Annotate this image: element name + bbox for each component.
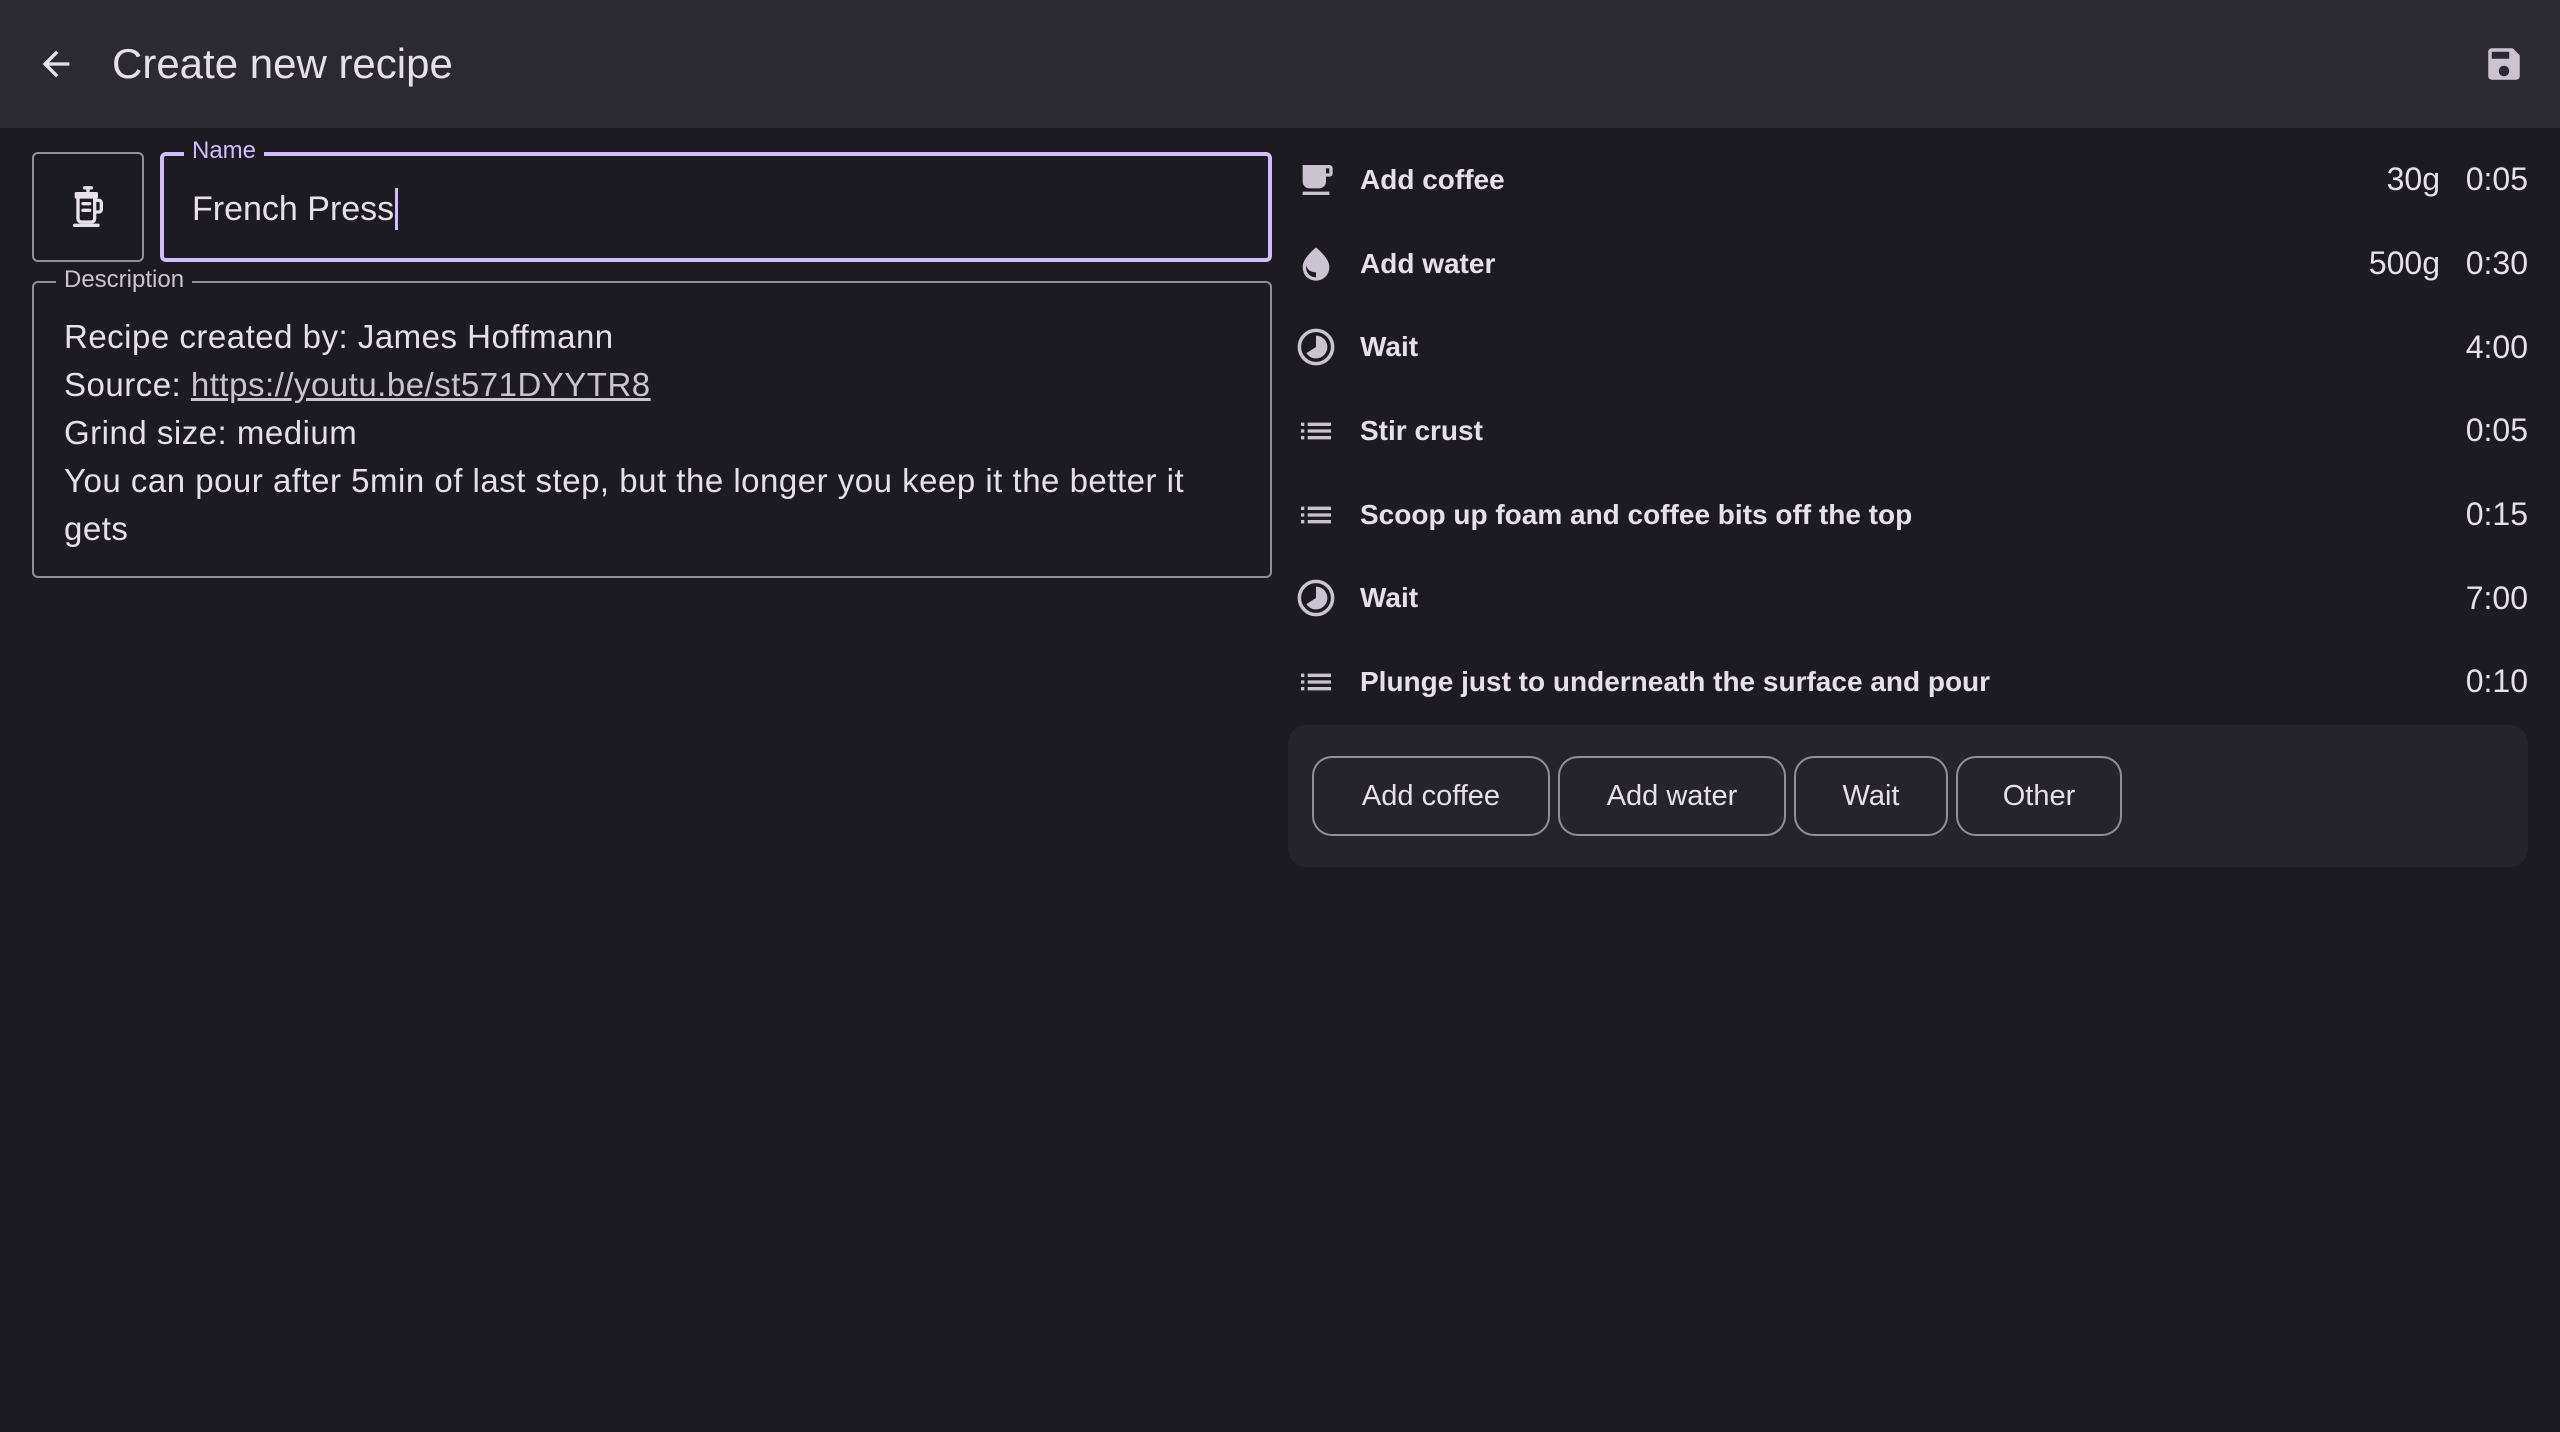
description-line-source: Source: https://youtu.be/st571DYYTR8 [64,361,1244,409]
step-label: Stir crust [1360,414,1483,446]
add-wait-button[interactable]: Wait [1794,756,1948,836]
add-other-button[interactable]: Other [1956,756,2122,836]
step-label: Plunge just to underneath the surface an… [1360,665,1991,697]
name-field[interactable]: Name French Press [160,136,1272,262]
step-amount: 30g [2386,161,2440,198]
step-row[interactable]: Stir crust 0:05 [1288,389,2528,473]
list-icon [1301,422,1331,440]
name-input[interactable]: French Press [192,188,399,230]
description-line-creator: Recipe created by: James Hoffmann [64,318,614,355]
save-button[interactable] [2468,28,2540,100]
description-field-label: Description [56,265,193,295]
water-drop-icon [1302,246,1330,281]
step-row[interactable]: Plunge just to underneath the surface an… [1288,640,2528,724]
step-time: 7:00 [2465,579,2528,616]
step-label: Add water [1360,247,1496,279]
back-button[interactable] [20,28,92,100]
step-time: 0:05 [2465,412,2528,449]
step-label: Wait [1360,582,1419,614]
add-water-button[interactable]: Add water [1558,756,1786,836]
text-caret [395,188,399,230]
description-line-note: You can pour after 5min of last step, bu… [64,462,1185,547]
step-time: 4:00 [2465,328,2528,365]
step-row[interactable]: Wait 4:00 [1288,305,2528,389]
recipe-steps-list: Add coffee 30g 0:05 Add water 500g 0:30 … [1288,138,2528,724]
step-row[interactable]: Add coffee 30g 0:05 [1288,138,2528,222]
step-row[interactable]: Scoop up foam and coffee bits off the to… [1288,473,2528,557]
source-link[interactable]: https://youtu.be/st571DYYTR8 [191,366,651,403]
arrow-back-icon [42,50,70,78]
timer-icon [1297,579,1335,617]
step-row[interactable]: Wait 7:00 [1288,556,2528,640]
step-time: 0:30 [2465,245,2528,282]
description-field[interactable]: Description Recipe created by: James Hof… [32,265,1272,578]
add-coffee-button[interactable]: Add coffee [1312,756,1550,836]
step-label: Scoop up foam and coffee bits off the to… [1360,498,1913,530]
description-input[interactable]: Recipe created by: James Hoffmann Source… [64,313,1244,553]
step-label: Add coffee [1360,163,1505,195]
step-amount: 500g [2368,245,2440,282]
source-prefix: Source: [64,366,191,403]
french-press-icon [73,186,104,227]
list-icon [1301,673,1331,691]
timer-icon [1297,328,1335,366]
list-icon [1301,506,1331,523]
coffee-cup-icon [1302,164,1333,195]
floppy-disk-icon [2488,48,2520,80]
recipe-icon-picker[interactable] [32,152,144,262]
step-time: 0:05 [2465,161,2528,198]
step-time: 0:15 [2465,496,2528,533]
step-row[interactable]: Add water 500g 0:30 [1288,222,2528,306]
step-time: 0:10 [2465,663,2528,700]
page-title: Create new recipe [112,40,453,87]
top-app-bar: Create new recipe [0,0,2560,128]
add-step-panel: Add coffee Add water Wait Other [1288,725,2528,867]
name-field-label: Name [184,136,265,166]
name-input-value: French Press [192,190,395,228]
step-label: Wait [1360,331,1419,363]
description-line-grind: Grind size: medium [64,414,358,451]
